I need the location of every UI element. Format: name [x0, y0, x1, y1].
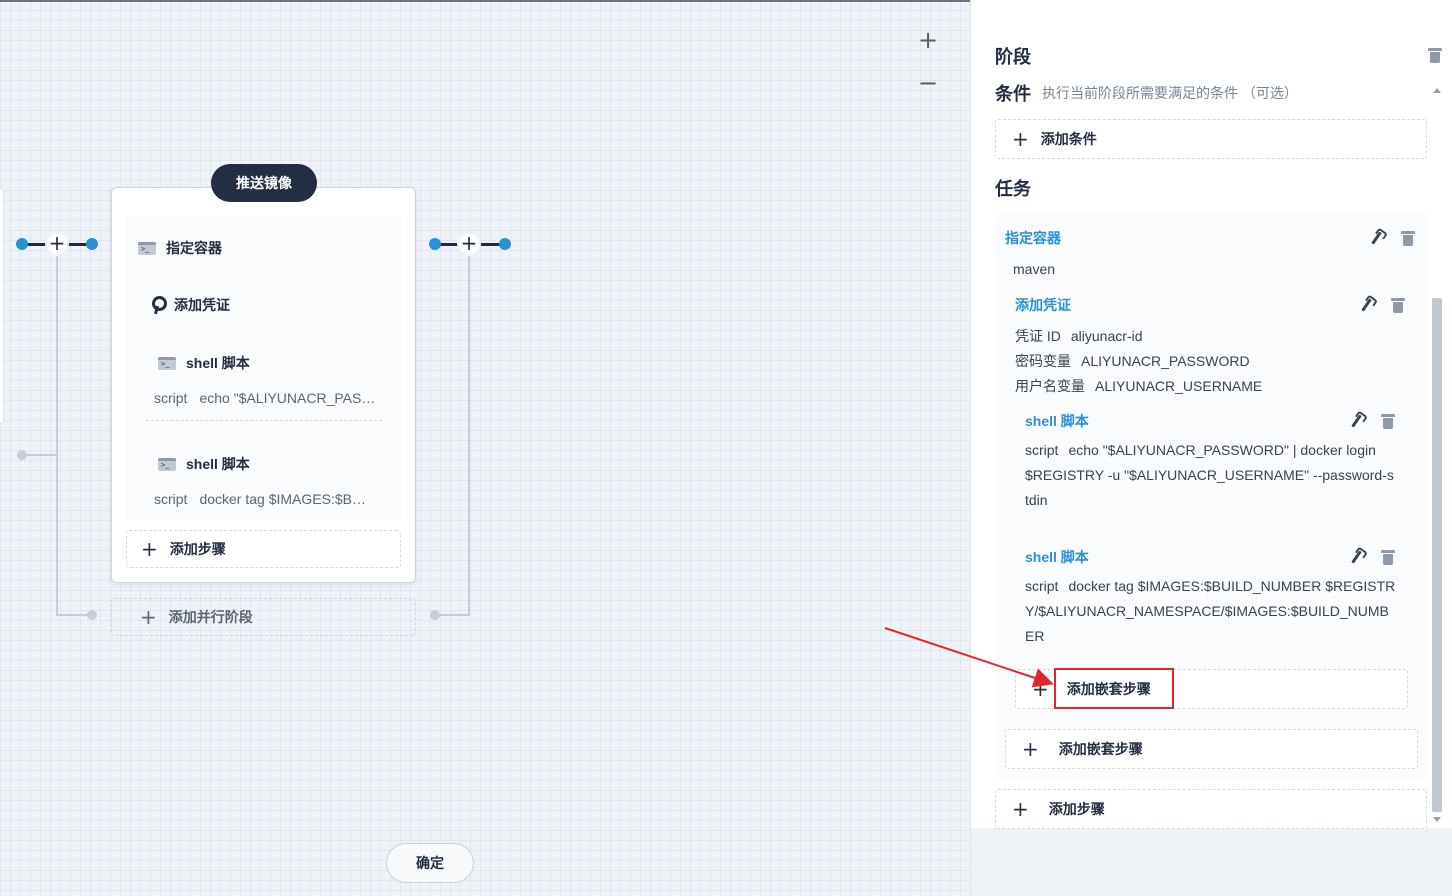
delete-trash-icon[interactable] [1381, 413, 1395, 429]
plus-icon: + [141, 537, 158, 561]
condition-note: 执行当前阶段所需要满足的条件 （可选） [1042, 85, 1298, 101]
connector-dot [429, 238, 441, 250]
add-step-button[interactable]: + 添加步骤 [126, 530, 401, 568]
step-label: 添加凭证 [174, 297, 230, 313]
add-stage-plus-icon[interactable]: + [457, 232, 481, 256]
step-label: 指定容器 [166, 240, 222, 256]
connector-dot [16, 238, 28, 250]
step-container[interactable]: 指定容器 [138, 238, 222, 258]
add-parallel-label: 添加并行阶段 [168, 609, 253, 625]
annotation-highlight-box [1054, 668, 1174, 709]
connector-dot [499, 238, 511, 250]
terminal-icon [158, 457, 176, 471]
plus-icon: + [1012, 127, 1029, 151]
delete-stage-trash-icon[interactable] [1428, 47, 1442, 63]
stage-title[interactable]: 推送镜像 [211, 164, 317, 202]
stage-heading: 阶段 [995, 47, 1031, 67]
shell-step-title[interactable]: shell 脚本 [1025, 411, 1089, 431]
container-step-title[interactable]: 指定容器 [1005, 228, 1061, 248]
step-script-1: scriptecho "$ALIYUNACR_PASSWORD" | docke… [154, 390, 376, 406]
step-shell-2[interactable]: shell 脚本 [158, 454, 250, 474]
edit-wrench-icon[interactable] [1348, 413, 1364, 429]
add-step-panel-button[interactable]: + 添加步骤 [995, 789, 1427, 829]
step-credential[interactable]: 添加凭证 [150, 295, 230, 315]
previous-stage-card [0, 188, 4, 424]
delete-trash-icon[interactable] [1381, 549, 1395, 565]
scroll-up-arrow-icon[interactable] [1433, 88, 1441, 93]
delete-trash-icon[interactable] [1391, 297, 1405, 313]
add-condition-button[interactable]: + 添加条件 [995, 119, 1427, 159]
edit-wrench-icon[interactable] [1348, 549, 1364, 565]
credential-row: 用户名变量 ALIYUNACR_USERNAME [1015, 378, 1263, 394]
plus-icon: + [140, 605, 157, 629]
step-shell-1[interactable]: shell 脚本 [158, 353, 250, 373]
credential-step-title[interactable]: 添加凭证 [1015, 295, 1071, 315]
connector-dot [86, 238, 98, 250]
step-script-2: scriptdocker tag $IMAGES:$BUILD_NUMBER $… [154, 491, 376, 507]
add-step-label: 添加步骤 [1048, 801, 1105, 817]
plus-icon: + [1032, 677, 1049, 701]
parallel-line-prev [22, 454, 56, 456]
add-nested-step-outer-button[interactable]: + 添加嵌套步骤 [1005, 729, 1418, 769]
credential-row: 凭证 ID aliyunacr-id [1015, 328, 1143, 344]
shell-script-text: script echo "$ALIYUNACR_PASSWORD" | docke… [1025, 442, 1394, 508]
add-nested-step-label: 添加嵌套步骤 [1058, 741, 1143, 757]
parallel-line-right-bottom [436, 614, 470, 616]
task-heading: 任务 [995, 179, 1031, 199]
container-value: maven [1013, 261, 1056, 277]
credential-row: 密码变量 ALIYUNACR_PASSWORD [1015, 353, 1250, 369]
parallel-line-left [56, 256, 58, 616]
add-condition-label: 添加条件 [1040, 131, 1097, 147]
top-border [0, 0, 970, 2]
confirm-button[interactable]: 确定 [386, 843, 474, 883]
zoom-in-button[interactable]: + [914, 27, 942, 55]
connector-dot [87, 610, 97, 620]
step-divider [146, 420, 382, 421]
scrollbar-thumb[interactable] [1432, 298, 1442, 812]
scroll-down-arrow-icon[interactable] [1433, 817, 1441, 822]
edit-wrench-icon[interactable] [1358, 297, 1374, 313]
pipeline-canvas[interactable]: + − + + 推送镜像 指定容器 添加凭证 shell 脚本 scriptec… [0, 0, 970, 896]
shell-script-text: script docker tag $IMAGES:$BUILD_NUMBER $… [1025, 578, 1396, 644]
condition-heading: 条件 [995, 84, 1031, 104]
plus-icon: + [1012, 797, 1029, 821]
terminal-icon [138, 241, 156, 255]
zoom-out-button[interactable]: − [914, 70, 942, 98]
add-stage-plus-icon[interactable]: + [45, 232, 69, 256]
connector-dot [17, 450, 27, 460]
plus-icon: + [1022, 737, 1039, 761]
panel-footer [971, 828, 1452, 896]
terminal-icon [158, 356, 176, 370]
step-label: shell 脚本 [186, 456, 250, 472]
shell-step-title[interactable]: shell 脚本 [1025, 547, 1089, 567]
connector-dot [430, 610, 440, 620]
add-parallel-stage-button[interactable]: + 添加并行阶段 [111, 598, 416, 636]
delete-trash-icon[interactable] [1401, 230, 1415, 246]
edit-wrench-icon[interactable] [1368, 230, 1384, 246]
step-label: shell 脚本 [186, 355, 250, 371]
add-step-label: 添加步骤 [169, 541, 226, 557]
parallel-line-right [468, 256, 470, 616]
key-icon [150, 296, 167, 314]
